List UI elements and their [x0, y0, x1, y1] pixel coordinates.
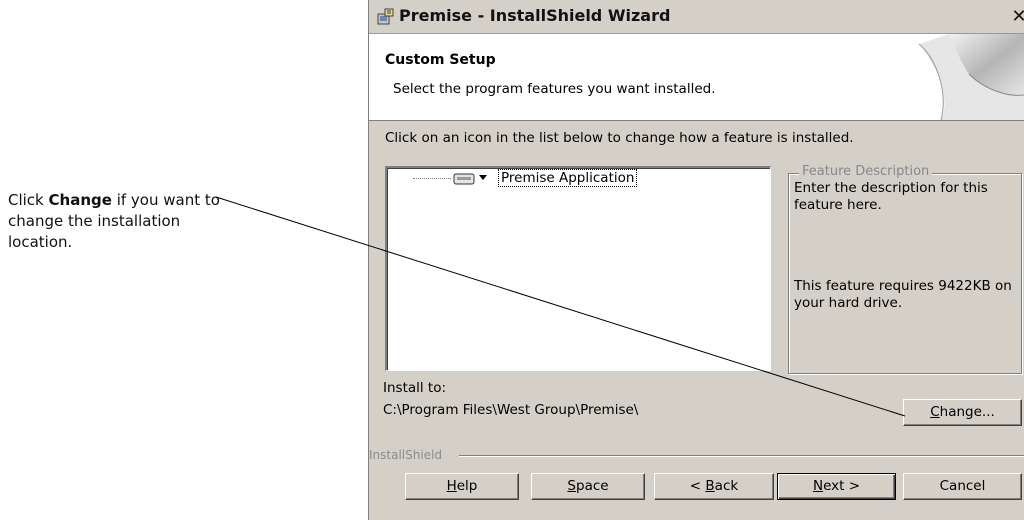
space-label: pace [576, 478, 609, 494]
wizard-header: Custom Setup Select the program features… [369, 34, 1024, 121]
page-curl-graphic-icon [918, 34, 1024, 120]
help-accel: H [446, 478, 457, 494]
callout-prefix: Click [8, 191, 49, 209]
feature-description-text: Enter the description for this feature h… [794, 180, 988, 213]
installer-window: Premise - InstallShield Wizard ✕ Custom … [368, 0, 1024, 520]
back-label: ack [714, 478, 739, 494]
back-button[interactable]: < Back [654, 473, 774, 500]
installer-app-icon [377, 8, 394, 25]
tree-connector [413, 178, 451, 179]
cancel-button[interactable]: Cancel [903, 473, 1022, 500]
callout-text: Click Change if you want to change the i… [8, 190, 233, 253]
next-label: ext > [823, 478, 861, 494]
next-button[interactable]: Next > [777, 473, 896, 500]
help-button[interactable]: Help [405, 473, 519, 500]
back-prefix: < [689, 478, 706, 494]
change-accel: C [930, 404, 940, 420]
feature-tree[interactable]: Premise Application [385, 166, 771, 371]
help-label: elp [456, 478, 478, 494]
page-title: Custom Setup [385, 52, 496, 68]
branding-row: InstallShield [369, 448, 1024, 462]
feature-requirement-text: This feature requires 9422KB on your har… [794, 278, 1012, 311]
feature-description-group: Feature Description Enter the descriptio… [788, 164, 1022, 374]
change-label: hange... [939, 404, 995, 420]
instruction-text: Click on an icon in the list below to ch… [385, 130, 854, 146]
back-accel: B [705, 478, 715, 494]
next-accel: N [812, 478, 824, 494]
change-button[interactable]: Change... [903, 399, 1022, 426]
hard-drive-icon[interactable] [453, 172, 475, 186]
page-subtitle: Select the program features you want ins… [393, 81, 716, 97]
window-title: Premise - InstallShield Wizard [399, 6, 671, 25]
branding-divider [459, 455, 1024, 457]
space-button[interactable]: Space [531, 473, 645, 500]
installshield-branding: InstallShield [369, 448, 445, 462]
close-icon[interactable]: ✕ [1010, 8, 1024, 26]
chevron-down-icon[interactable] [479, 173, 487, 181]
space-accel: S [567, 478, 576, 494]
install-path: C:\Program Files\West Group\Premise\ [383, 402, 639, 418]
feature-description-legend: Feature Description [799, 164, 933, 179]
title-bar[interactable]: Premise - InstallShield Wizard ✕ [369, 0, 1024, 34]
feature-item-premise-application[interactable]: Premise Application [497, 169, 638, 187]
callout-keyword: Change [48, 191, 112, 209]
install-to-label: Install to: [383, 380, 447, 396]
